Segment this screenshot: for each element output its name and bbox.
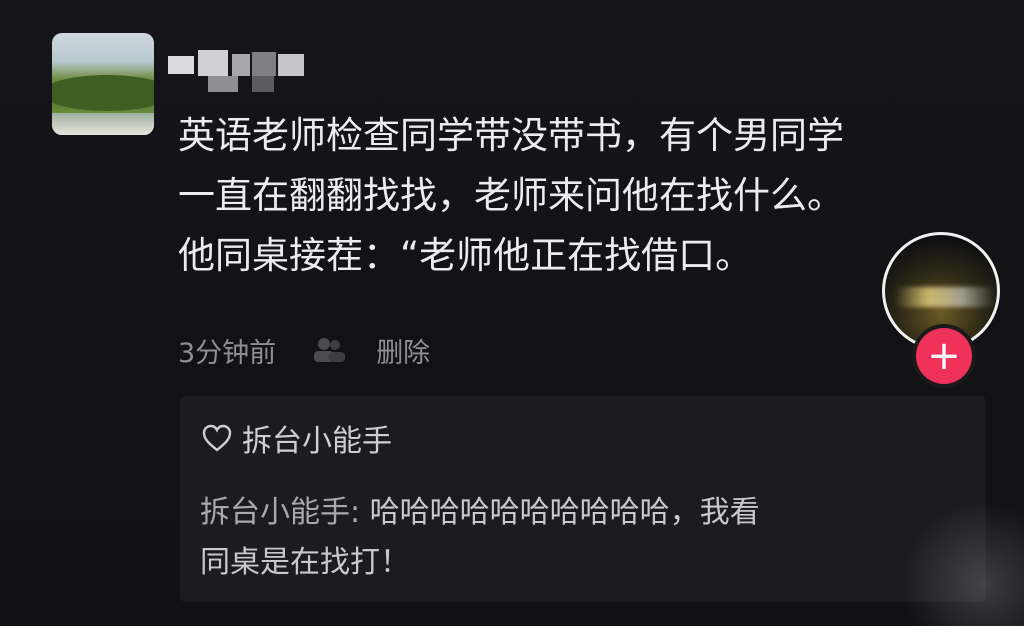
image-artifact bbox=[870, 505, 1024, 626]
reply-author-row[interactable]: 拆台小能手 bbox=[202, 416, 392, 460]
post-time: 3分钟前 bbox=[178, 337, 277, 369]
reply-text-name: 拆台小能手: bbox=[200, 495, 361, 530]
user-avatar[interactable] bbox=[52, 33, 154, 135]
people-icon[interactable] bbox=[312, 336, 346, 364]
post-text: 英语老师检查同学带没带书，有个男同学 一直在翻翻找找，老师来问他在找什么。 他同… bbox=[178, 106, 878, 286]
post-line-2: 一直在翻翻找找，老师来问他在找什么。 bbox=[178, 174, 844, 217]
username-pixelated[interactable] bbox=[168, 48, 308, 98]
reply-author-name: 拆台小能手 bbox=[242, 424, 392, 459]
post-meta-row: 3分钟前 删除 bbox=[178, 330, 430, 370]
follow-button[interactable]: + bbox=[916, 328, 972, 384]
heart-icon bbox=[202, 424, 232, 452]
reply-text-line-2: 同桌是在找打！ bbox=[200, 545, 410, 580]
delete-link[interactable]: 删除 bbox=[376, 331, 430, 370]
post-line-3: 他同桌接茬：“老师他正在找借口。 bbox=[178, 234, 753, 277]
reply-text-line-1: 哈哈哈哈哈哈哈哈哈哈，我看 bbox=[369, 495, 760, 530]
comment-screen: 英语老师检查同学带没带书，有个男同学 一直在翻翻找找，老师来问他在找什么。 他同… bbox=[0, 0, 1024, 626]
reply-text: 拆台小能手: 哈哈哈哈哈哈哈哈哈哈，我看 同桌是在找打！ bbox=[200, 488, 960, 588]
reply-card: 拆台小能手 拆台小能手: 哈哈哈哈哈哈哈哈哈哈，我看 同桌是在找打！ bbox=[180, 396, 986, 602]
post-line-1: 英语老师检查同学带没带书，有个男同学 bbox=[178, 114, 844, 157]
